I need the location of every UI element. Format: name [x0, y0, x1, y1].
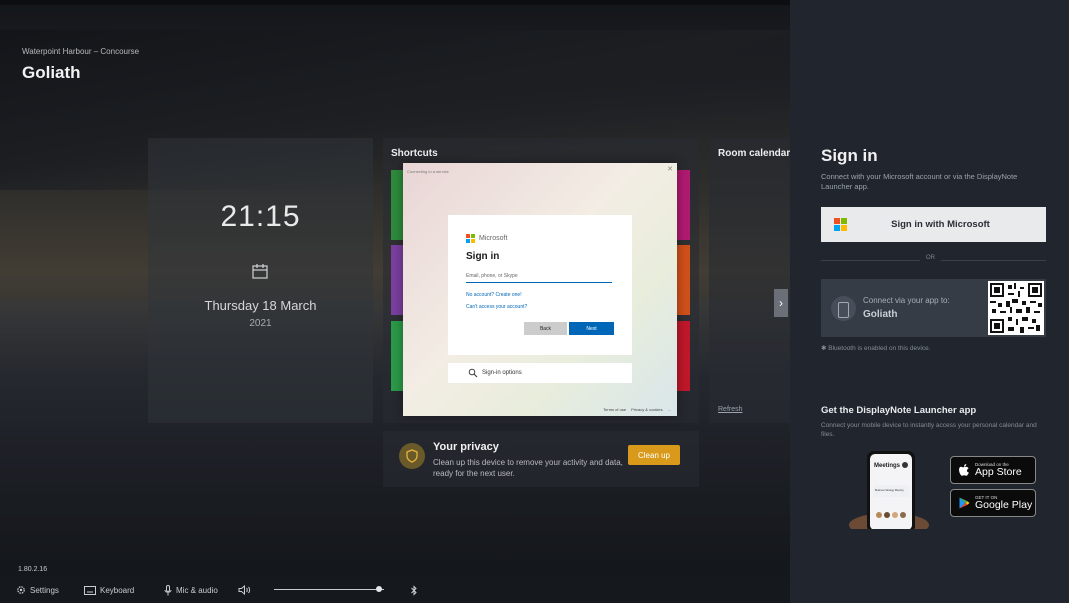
microphone-icon — [164, 584, 172, 595]
bluetooth-icon — [411, 584, 417, 596]
signin-heading: Sign in — [466, 251, 500, 262]
dialog-footer: Terms of use Privacy & cookies ... — [603, 407, 671, 412]
keyboard-button[interactable]: Keyboard — [84, 577, 134, 603]
signin-options-button[interactable]: Sign-in options — [448, 363, 632, 383]
version-label: 1.80.2.16 — [18, 566, 48, 573]
panel-title: Sign in — [821, 146, 878, 165]
carousel-next-button[interactable]: › — [774, 289, 788, 317]
clean-up-button[interactable]: Clean up — [628, 445, 680, 465]
google-play-button[interactable]: GET IT ON Google Play — [950, 489, 1036, 517]
key-search-icon — [468, 368, 478, 378]
volume-button[interactable] — [238, 577, 256, 603]
qr-code — [988, 281, 1044, 335]
phone-icon — [838, 302, 849, 318]
bottom-toolbar: Settings Keyboard Mic & audio — [0, 577, 790, 603]
calendar-icon — [252, 264, 268, 279]
email-field[interactable] — [466, 270, 612, 283]
mic-audio-label: Mic & audio — [176, 585, 218, 595]
app-promo-title: Get the DisplayNote Launcher app — [821, 405, 977, 416]
terms-link[interactable]: Terms of use — [603, 407, 626, 412]
shield-icon — [399, 443, 425, 469]
mock-title: Meetings — [874, 463, 901, 469]
more-link[interactable]: ... — [668, 407, 671, 412]
volume-slider-track[interactable] — [274, 589, 384, 590]
ms-signin-card: Microsoft Sign in No account? Create one… — [448, 215, 632, 355]
microsoft-logo-icon — [834, 218, 847, 231]
app-store-label: App Store — [975, 466, 1022, 478]
connect-room-name: Goliath — [863, 309, 898, 320]
clock-card: 21:15 Thursday 18 March 2021 — [148, 138, 373, 423]
ms-button-label: Sign in with Microsoft — [891, 219, 990, 230]
keyboard-icon — [84, 585, 96, 595]
connect-app-card: Connect via your app to: Goliath — [821, 279, 1046, 337]
privacy-cookies-link[interactable]: Privacy & cookies — [631, 407, 663, 412]
refresh-link[interactable]: Refresh — [718, 406, 743, 413]
signin-panel: Sign in Connect with your Microsoft acco… — [790, 0, 1069, 603]
gear-icon — [17, 586, 25, 594]
panel-subtitle: Connect with your Microsoft account or v… — [821, 172, 1018, 191]
bluetooth-button[interactable] — [410, 577, 422, 603]
app-promo-subtitle: Connect your mobile device to instantly … — [821, 422, 1037, 438]
shortcuts-title: Shortcuts — [391, 148, 438, 159]
volume-slider-knob[interactable] — [376, 586, 382, 592]
room-calendar-card: Room calendar Refresh — [709, 138, 790, 423]
privacy-card: Your privacy Clean up this device to rem… — [383, 431, 699, 487]
signin-options-label: Sign-in options — [482, 370, 522, 376]
shortcut-tile-red[interactable] — [677, 321, 690, 391]
google-play-icon — [959, 497, 970, 509]
next-button[interactable]: Next — [569, 322, 614, 335]
create-account-link[interactable]: No account? Create one! — [466, 292, 522, 298]
app-store-button[interactable]: Download on the App Store — [950, 456, 1036, 484]
speaker-icon — [238, 585, 251, 595]
or-label: OR — [920, 255, 941, 261]
connect-text: Connect via your app to: — [863, 296, 950, 305]
settings-button[interactable]: Settings — [16, 577, 59, 603]
signin-dialog: Connecting to a service ✕ Microsoft Sign… — [403, 163, 677, 416]
clock-time: 21:15 — [220, 200, 301, 233]
clock-year: 2021 — [249, 318, 272, 329]
close-icon[interactable]: ✕ — [667, 165, 673, 173]
privacy-title: Your privacy — [433, 441, 499, 453]
location-label: Waterpoint Harbour – Concourse — [22, 47, 140, 56]
privacy-text: Clean up this device to remove your acti… — [433, 458, 623, 478]
microsoft-logo-icon — [466, 234, 475, 243]
google-play-label: Google Play — [975, 499, 1033, 511]
keyboard-label: Keyboard — [100, 585, 135, 595]
microsoft-logo: Microsoft — [466, 234, 507, 243]
room-calendar-title: Room calendar — [718, 148, 790, 159]
shortcut-tile-orange[interactable] — [677, 245, 690, 315]
phone-mockup-image: Meetings Business Strategy Meeting — [849, 451, 929, 529]
settings-label: Settings — [30, 585, 59, 595]
clock-date: Thursday 18 March — [204, 298, 317, 313]
chevron-right-icon: › — [779, 296, 783, 310]
bluetooth-note: ✱ Bluetooth is enabled on this device. — [821, 344, 931, 352]
microsoft-brand-name: Microsoft — [479, 235, 508, 242]
shortcut-tile-magenta[interactable] — [677, 170, 690, 240]
bluetooth-note-text: Bluetooth is enabled on this device. — [828, 345, 931, 352]
back-button[interactable]: Back — [524, 322, 567, 335]
room-name: Goliath — [22, 63, 81, 82]
sign-in-with-microsoft-button[interactable]: Sign in with Microsoft — [821, 207, 1046, 242]
apple-icon — [959, 463, 969, 476]
cant-access-link[interactable]: Can't access your account? — [466, 304, 527, 310]
mock-event: Business Strategy Meeting — [875, 489, 904, 492]
mic-audio-button[interactable]: Mic & audio — [164, 577, 218, 603]
dialog-title: Connecting to a service — [407, 169, 449, 174]
